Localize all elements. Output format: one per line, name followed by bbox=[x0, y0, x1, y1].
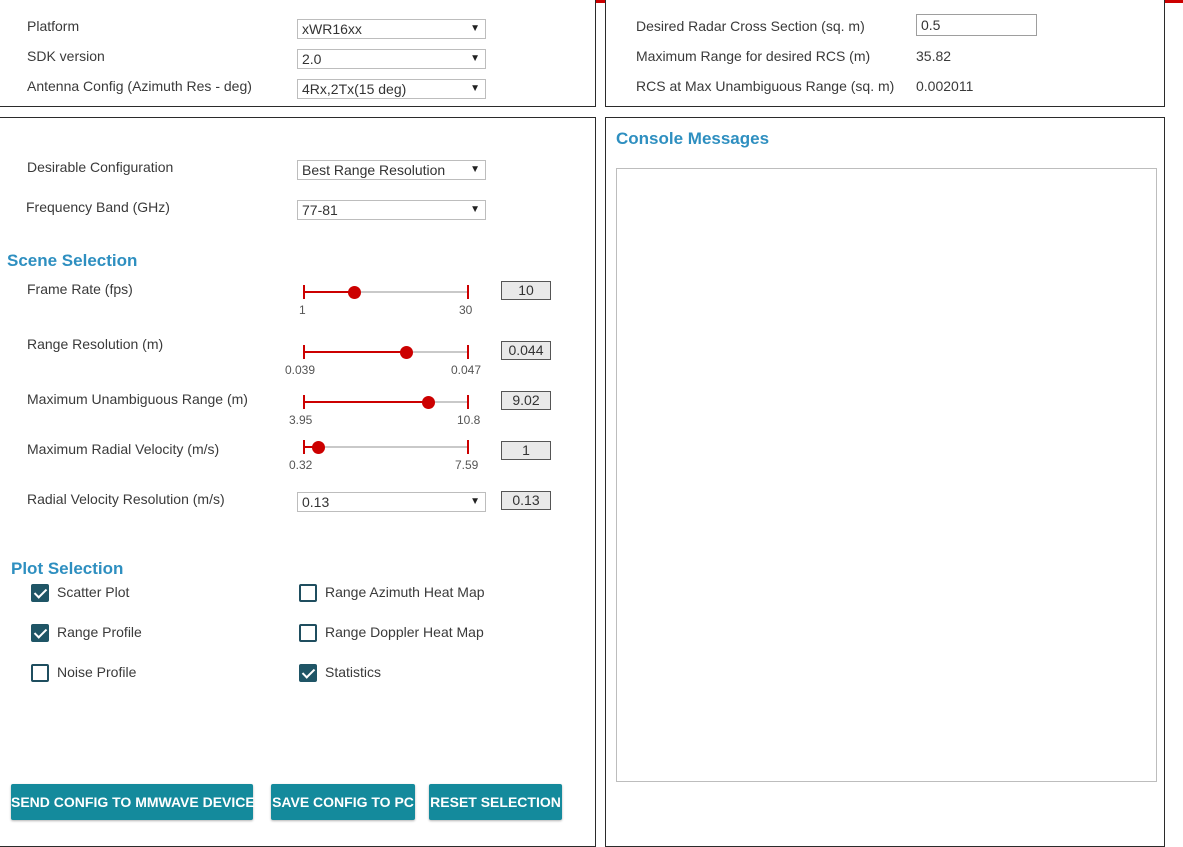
desirable-config-label: Desirable Configuration bbox=[27, 159, 174, 175]
scatter-plot-checkbox[interactable] bbox=[31, 584, 49, 602]
slider-track bbox=[303, 446, 469, 448]
slider-min-cap bbox=[303, 395, 305, 409]
noise-profile-checkbox[interactable] bbox=[31, 664, 49, 682]
console-panel: Console Messages bbox=[605, 117, 1165, 847]
slider-min-cap bbox=[303, 345, 305, 359]
reset-selection-button[interactable]: RESET SELECTION bbox=[429, 784, 562, 820]
max-unambiguous-range-label: Maximum Unambiguous Range (m) bbox=[27, 391, 248, 407]
slider-min-cap bbox=[303, 440, 305, 454]
chevron-down-icon: ▼ bbox=[470, 164, 480, 175]
slider-thumb[interactable] bbox=[400, 346, 414, 359]
desired-rcs-label: Desired Radar Cross Section (sq. m) bbox=[636, 18, 865, 34]
chevron-down-icon: ▼ bbox=[470, 496, 480, 507]
desired-rcs-input[interactable]: 0.5 bbox=[916, 14, 1037, 36]
console-messages-title: Console Messages bbox=[616, 129, 770, 148]
radial-velocity-resolution-label: Radial Velocity Resolution (m/s) bbox=[27, 491, 225, 507]
max-unambiguous-range-readout: 9.02 bbox=[501, 391, 551, 410]
frame-rate-slider[interactable]: 1 30 bbox=[299, 281, 473, 317]
slider-fill bbox=[303, 401, 428, 403]
platform-select-value: xWR16xx bbox=[302, 21, 362, 37]
range-doppler-heatmap-checkbox[interactable] bbox=[299, 624, 317, 642]
slider-fill bbox=[303, 291, 354, 293]
antenna-config-label: Antenna Config (Azimuth Res - deg) bbox=[27, 78, 252, 94]
console-output-area[interactable] bbox=[616, 168, 1157, 782]
statistics-label: Statistics bbox=[325, 664, 382, 680]
slider-max-cap bbox=[467, 345, 469, 359]
sdk-version-select[interactable]: 2.0 ▼ bbox=[297, 49, 486, 69]
slider-max-cap bbox=[467, 440, 469, 454]
max-radial-velocity-readout: 1 bbox=[501, 441, 551, 460]
rcs-at-max-label: RCS at Max Unambiguous Range (sq. m) bbox=[636, 78, 895, 94]
chevron-down-icon: ▼ bbox=[470, 23, 480, 34]
slider-max-cap bbox=[467, 395, 469, 409]
frame-rate-label: Frame Rate (fps) bbox=[27, 281, 133, 297]
configuration-panel: Desirable Configuration Best Range Resol… bbox=[0, 117, 596, 847]
range-resolution-slider[interactable]: 0.039 0.047 bbox=[285, 341, 481, 377]
slider-thumb[interactable] bbox=[311, 441, 325, 454]
chevron-down-icon: ▼ bbox=[470, 204, 480, 215]
slider-min-cap bbox=[303, 285, 305, 299]
frame-rate-readout: 10 bbox=[501, 281, 551, 300]
slider-min-label: 0.32 bbox=[289, 458, 313, 472]
slider-max-label: 0.047 bbox=[451, 363, 482, 377]
platform-label: Platform bbox=[27, 18, 80, 34]
chevron-down-icon: ▼ bbox=[470, 53, 480, 64]
slider-thumb[interactable] bbox=[421, 396, 435, 409]
range-azimuth-heatmap-label: Range Azimuth Heat Map bbox=[325, 584, 485, 600]
noise-profile-label: Noise Profile bbox=[57, 664, 137, 680]
statistics-checkbox[interactable] bbox=[299, 664, 317, 682]
antenna-config-select-value: 4Rx,2Tx(15 deg) bbox=[302, 81, 407, 97]
slider-min-label: 0.039 bbox=[285, 363, 316, 377]
frequency-band-select[interactable]: 77-81 ▼ bbox=[297, 200, 486, 220]
setup-details-panel: Platform xWR16xx ▼ SDK version 2.0 ▼ Ant… bbox=[0, 0, 596, 107]
sdk-version-label: SDK version bbox=[27, 48, 105, 64]
slider-min-label: 3.95 bbox=[289, 413, 313, 427]
slider-min-label: 1 bbox=[299, 303, 306, 317]
desirable-config-select-value: Best Range Resolution bbox=[302, 162, 446, 178]
scatter-plot-label: Scatter Plot bbox=[57, 584, 130, 600]
radial-velocity-resolution-select[interactable]: 0.13 ▼ bbox=[297, 492, 486, 512]
sdk-version-select-value: 2.0 bbox=[302, 51, 322, 67]
chevron-down-icon: ▼ bbox=[470, 83, 480, 94]
slider-max-cap bbox=[467, 285, 469, 299]
platform-select[interactable]: xWR16xx ▼ bbox=[297, 19, 486, 39]
antenna-config-select[interactable]: 4Rx,2Tx(15 deg) ▼ bbox=[297, 79, 486, 99]
max-range-rcs-value: 35.82 bbox=[916, 48, 952, 64]
scene-selection-title: Scene Selection bbox=[7, 251, 138, 270]
save-config-button[interactable]: SAVE CONFIG TO PC bbox=[271, 784, 415, 820]
send-config-button[interactable]: SEND CONFIG TO MMWAVE DEVICE bbox=[11, 784, 255, 820]
range-azimuth-heatmap-checkbox[interactable] bbox=[299, 584, 317, 602]
rcs-panel: Desired Radar Cross Section (sq. m) 0.5 … bbox=[605, 0, 1165, 107]
slider-fill bbox=[303, 351, 407, 353]
max-unambiguous-range-slider[interactable]: 3.95 10.8 bbox=[289, 391, 480, 427]
plot-selection-title: Plot Selection bbox=[11, 559, 124, 578]
max-radial-velocity-label: Maximum Radial Velocity (m/s) bbox=[27, 441, 220, 457]
range-doppler-heatmap-label: Range Doppler Heat Map bbox=[325, 624, 484, 640]
radial-velocity-resolution-readout: 0.13 bbox=[501, 491, 551, 510]
frequency-band-select-value: 77-81 bbox=[302, 202, 338, 218]
frequency-band-label: Frequency Band (GHz) bbox=[26, 199, 170, 215]
max-range-rcs-label: Maximum Range for desired RCS (m) bbox=[636, 48, 871, 64]
range-resolution-label: Range Resolution (m) bbox=[27, 336, 164, 352]
slider-thumb[interactable] bbox=[347, 286, 361, 299]
range-resolution-readout: 0.044 bbox=[501, 341, 551, 360]
slider-max-label: 7.59 bbox=[455, 458, 479, 472]
rcs-at-max-value: 0.002011 bbox=[916, 78, 974, 94]
slider-max-label: 30 bbox=[459, 303, 473, 317]
range-profile-checkbox[interactable] bbox=[31, 624, 49, 642]
desirable-config-select[interactable]: Best Range Resolution ▼ bbox=[297, 160, 486, 180]
max-radial-velocity-slider[interactable]: 0.32 7.59 bbox=[289, 436, 478, 472]
radial-velocity-resolution-select-value: 0.13 bbox=[302, 494, 330, 510]
slider-max-label: 10.8 bbox=[457, 413, 481, 427]
range-profile-label: Range Profile bbox=[57, 624, 142, 640]
